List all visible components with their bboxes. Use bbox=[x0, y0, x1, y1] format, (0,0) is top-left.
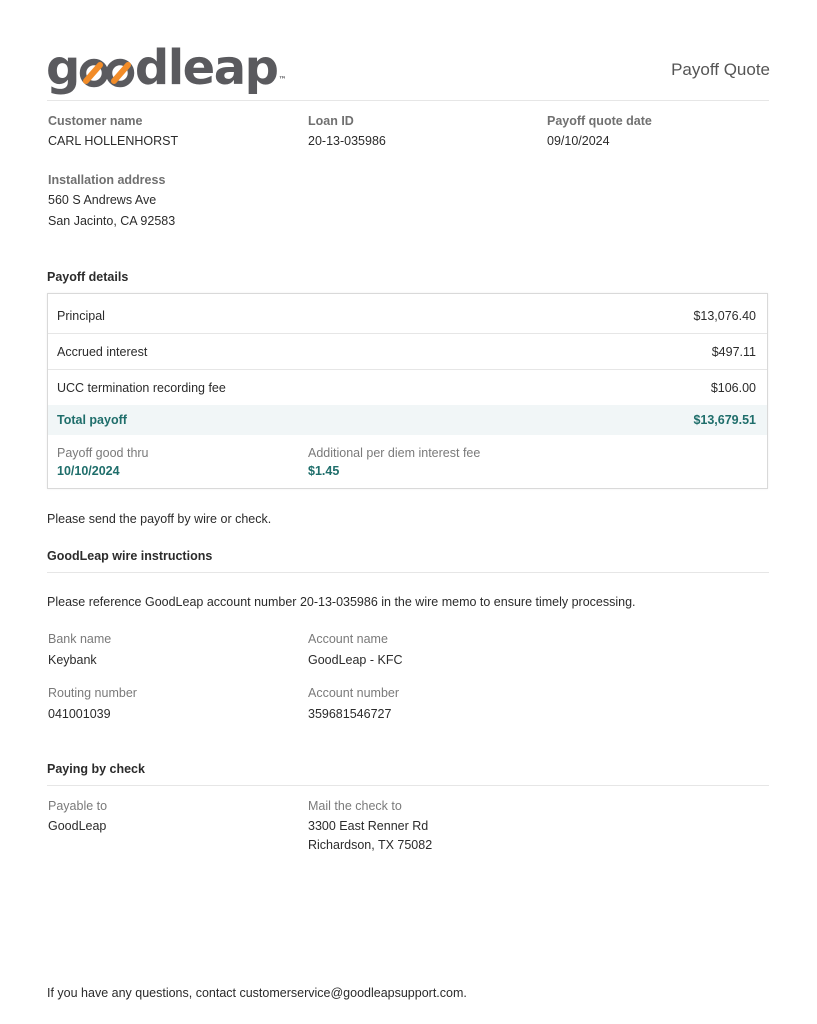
customer-name-value: CARL HOLLENHORST bbox=[48, 134, 179, 148]
row-amount: $497.11 bbox=[711, 344, 756, 359]
per-diem-value: $1.45 bbox=[308, 464, 340, 478]
good-thru-value: 10/10/2024 bbox=[57, 464, 120, 478]
mail-address-line-1: 3300 East Renner Rd bbox=[308, 819, 429, 833]
wire-divider bbox=[47, 572, 769, 573]
goodleap-logo: g dleap™ bbox=[46, 40, 286, 96]
mail-address-line-2: Richardson, TX 75082 bbox=[308, 838, 433, 852]
address-line-2: San Jacinto, CA 92583 bbox=[48, 214, 176, 228]
installation-address-label: Installation address bbox=[48, 173, 166, 187]
payoff-details-heading: Payoff details bbox=[47, 270, 129, 284]
bank-name-value: Keybank bbox=[48, 653, 97, 667]
row-label: Principal bbox=[57, 308, 105, 323]
logo-trademark: ™ bbox=[278, 75, 286, 84]
document-title: Payoff Quote bbox=[671, 60, 770, 79]
payable-to-label: Payable to bbox=[48, 799, 108, 813]
logo-infinity-icon bbox=[79, 40, 135, 96]
wire-reference-note: Please reference GoodLeap account number… bbox=[47, 595, 636, 609]
quote-date-label: Payoff quote date bbox=[547, 114, 652, 128]
loan-id-label: Loan ID bbox=[308, 114, 354, 128]
address-line-1: 560 S Andrews Ave bbox=[48, 193, 157, 207]
quote-date-value: 09/10/2024 bbox=[547, 134, 610, 148]
row-label: UCC termination recording fee bbox=[57, 380, 226, 395]
logo-text-end: dleap bbox=[134, 40, 279, 96]
table-row: Principal $13,076.40 bbox=[48, 298, 767, 334]
row-amount: $106.00 bbox=[710, 380, 756, 395]
good-thru-label: Payoff good thru bbox=[57, 446, 149, 460]
total-payoff-row: Total payoff $13,679.51 bbox=[48, 405, 767, 435]
check-divider bbox=[47, 785, 769, 786]
payoff-table: Principal $13,076.40 Accrued interest $4… bbox=[47, 293, 768, 489]
bank-name-label: Bank name bbox=[48, 632, 112, 646]
account-number-label: Account number bbox=[308, 686, 400, 700]
mail-check-label: Mail the check to bbox=[308, 799, 402, 813]
account-number-value: 359681546727 bbox=[308, 707, 392, 721]
row-amount: $13,076.40 bbox=[693, 308, 756, 323]
table-row: UCC termination recording fee $106.00 bbox=[48, 370, 767, 406]
payable-to-value: GoodLeap bbox=[48, 819, 107, 833]
total-payoff-label: Total payoff bbox=[57, 413, 127, 427]
customer-name-label: Customer name bbox=[48, 114, 143, 128]
row-label: Accrued interest bbox=[57, 344, 148, 359]
loan-id-value: 20-13-035986 bbox=[308, 134, 386, 148]
per-diem-label: Additional per diem interest fee bbox=[308, 446, 481, 460]
account-name-value: GoodLeap - KFC bbox=[308, 653, 403, 667]
wire-instructions-heading: GoodLeap wire instructions bbox=[47, 549, 213, 563]
routing-number-value: 041001039 bbox=[48, 707, 111, 721]
table-row: Accrued interest $497.11 bbox=[48, 334, 767, 370]
total-payoff-amount: $13,679.51 bbox=[693, 413, 756, 427]
header-divider bbox=[47, 100, 769, 101]
footer-contact: If you have any questions, contact custo… bbox=[47, 986, 467, 1000]
routing-number-label: Routing number bbox=[48, 686, 137, 700]
account-name-label: Account name bbox=[308, 632, 388, 646]
send-note: Please send the payoff by wire or check. bbox=[47, 512, 272, 526]
paying-by-check-heading: Paying by check bbox=[47, 762, 145, 776]
logo-text-start: g bbox=[46, 40, 80, 96]
